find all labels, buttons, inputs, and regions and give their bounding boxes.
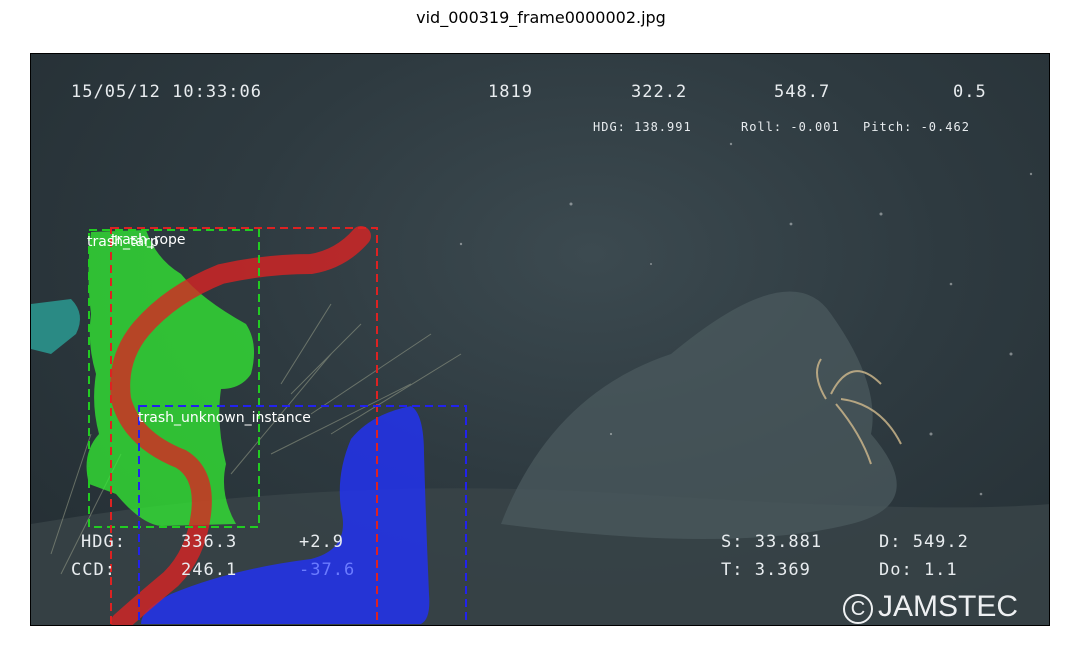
osd-br-depth: D: 549.2 [879,532,969,552]
osd-br-temp: T: 3.369 [721,560,811,580]
copyright-icon: C [843,594,873,624]
osd-bl-value: 336.3 [181,532,238,552]
video-frame: 15/05/12 10:33:06 1819 322.2 548.7 0.5 H… [30,53,1050,626]
osd-bl-label: HDG: [81,532,126,552]
osd-top-value: 0.5 [953,82,987,102]
osd-br-salinity: S: 33.881 [721,532,823,552]
osd-top-value: 1819 [488,82,533,102]
teal-debris [31,299,80,354]
osd-bl-label: CCD: [71,560,116,580]
debris-mound [501,291,897,539]
detection-label-unknown: trash_unknown_instance [138,410,311,426]
osd-top-value: 322.2 [631,82,688,102]
figure-title: vid_000319_frame0000002.jpg [416,8,666,27]
osd-bl-value: +2.9 [299,532,344,552]
osd-pitch: Pitch: -0.462 [863,120,970,134]
detection-label-rope: trash_rope [111,232,186,248]
osd-hdg: HDG: 138.991 [593,120,692,134]
osd-bl-value: -37.6 [299,560,356,580]
osd-roll: Roll: -0.001 [741,120,840,134]
watermark: JAMSTEC [878,590,1019,623]
osd-br-do: Do: 1.1 [879,560,958,580]
osd-bl-value: 246.1 [181,560,238,580]
osd-datetime: 15/05/12 10:33:06 [71,82,262,102]
osd-top-value: 548.7 [774,82,831,102]
